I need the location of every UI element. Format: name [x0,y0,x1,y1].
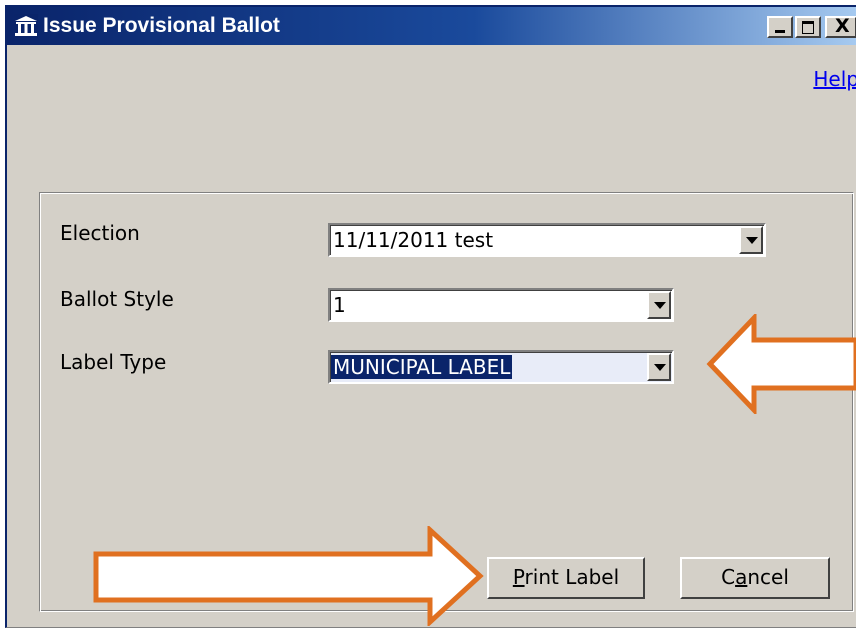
label-type-value: MUNICIPAL LABEL [331,355,513,379]
cancel-mnemonic: a [735,565,748,589]
ballot-style-label: Ballot Style [60,287,174,311]
title-bar[interactable]: Issue Provisional Ballot X [7,7,856,45]
dropdown-arrow-icon[interactable] [739,226,763,254]
cancel-text-a: C [721,565,736,589]
print-label-mnemonic: P [512,565,525,589]
help-link[interactable]: Help [813,67,856,91]
dropdown-arrow-icon[interactable] [647,353,671,381]
dropdown-arrow-icon[interactable] [647,291,671,319]
ballot-style-value: 1 [333,293,346,317]
window-title: Issue Provisional Ballot [43,14,280,37]
election-label: Election [60,221,140,245]
arrow-left-annotation [706,314,856,414]
minimize-icon[interactable] [767,16,793,38]
close-icon[interactable]: X [825,15,856,38]
election-select[interactable]: 11/11/2011 test [328,223,766,257]
label-type-select[interactable]: MUNICIPAL LABEL [328,350,674,384]
arrow-right-annotation [93,526,484,626]
maximize-icon[interactable] [795,16,821,38]
cancel-text-b: ncel [747,565,789,589]
courthouse-icon [14,14,38,38]
close-glyph: X [835,15,850,37]
ballot-style-select[interactable]: 1 [328,288,674,322]
election-value: 11/11/2011 test [333,228,494,252]
print-label-text-b: rint Label [524,565,620,589]
cancel-button[interactable]: Cancel [680,557,830,599]
print-label-button[interactable]: Print Label [487,557,645,599]
label-type-label: Label Type [60,350,167,374]
